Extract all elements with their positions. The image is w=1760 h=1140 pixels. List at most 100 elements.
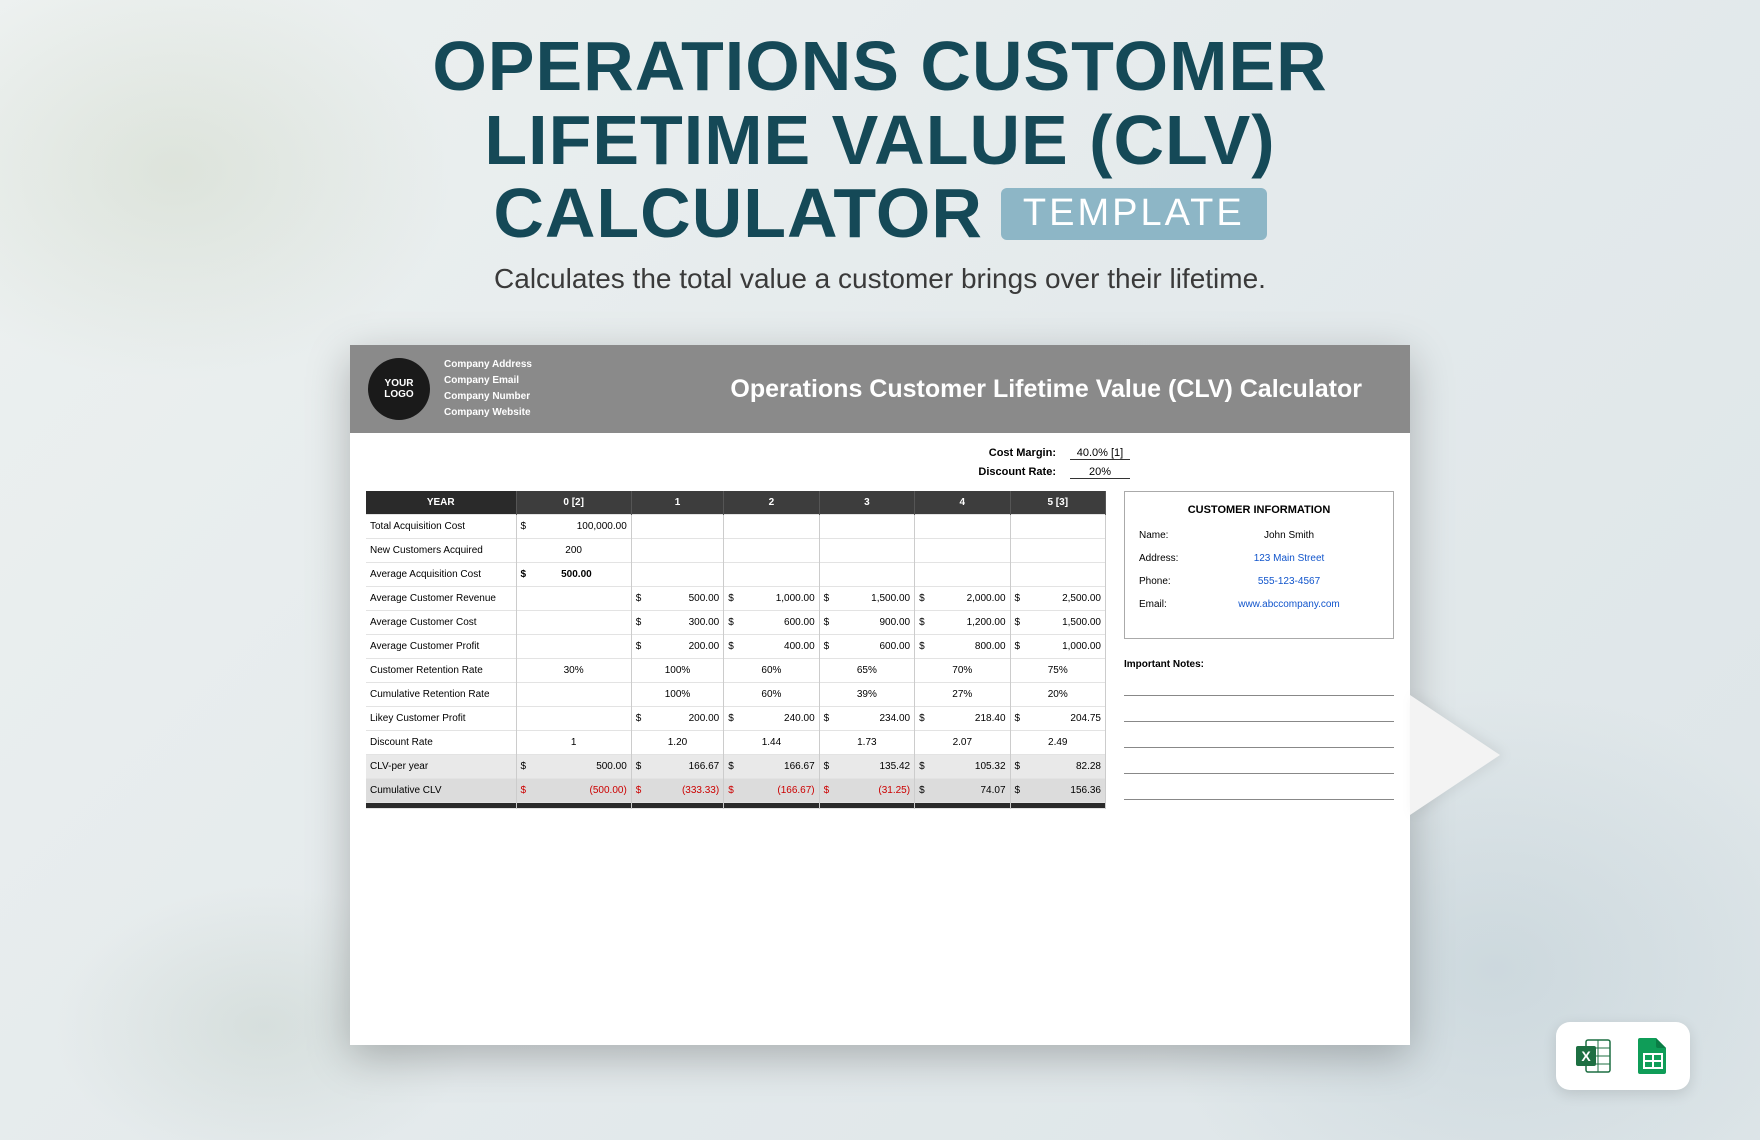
cell: $500.00 (631, 587, 723, 611)
cell: $1,500.00 (1010, 611, 1105, 635)
cell (724, 539, 819, 563)
note-line (1124, 780, 1394, 800)
cell: 1.20 (631, 731, 723, 755)
cell: $500.00 (516, 563, 631, 587)
table-row: Customer Retention Rate30%100%60%65%70%7… (366, 659, 1106, 683)
year-header: YEAR (366, 491, 516, 515)
logo-placeholder: YOUR LOGO (368, 358, 430, 420)
cell: $234.00 (819, 707, 914, 731)
cell: $(31.25) (819, 779, 914, 803)
google-sheets-icon (1630, 1034, 1674, 1078)
cell: $218.40 (915, 707, 1010, 731)
cell (819, 563, 914, 587)
cell: $2,000.00 (915, 587, 1010, 611)
cell: 70% (915, 659, 1010, 683)
cell: 27% (915, 683, 1010, 707)
clv-table: YEAR 0 [2] 1 2 3 4 5 [3] Total Acquisiti… (366, 491, 1106, 809)
cell: $100,000.00 (516, 515, 631, 539)
table-header-row: YEAR 0 [2] 1 2 3 4 5 [3] (366, 491, 1106, 515)
cell (915, 539, 1010, 563)
phone-value: 555-123-4567 (1199, 576, 1379, 587)
table-row: Cumulative Retention Rate100%60%39%27%20… (366, 683, 1106, 707)
note-line (1124, 728, 1394, 748)
cell: $1,000.00 (724, 587, 819, 611)
company-number: Company Number (444, 389, 532, 405)
email-label: Email: (1139, 599, 1199, 610)
cell: $900.00 (819, 611, 914, 635)
cell (1010, 515, 1105, 539)
document-title: Operations Customer Lifetime Value (CLV)… (730, 375, 1392, 404)
cell: $105.32 (915, 755, 1010, 779)
title-line-2: LIFETIME VALUE (CLV) (0, 104, 1760, 178)
row-label: Average Customer Revenue (366, 587, 516, 611)
cell: $600.00 (724, 611, 819, 635)
cell: $1,000.00 (1010, 635, 1105, 659)
table-row: Discount Rate11.201.441.732.072.49 (366, 731, 1106, 755)
cell: $166.67 (724, 755, 819, 779)
company-website: Company Website (444, 405, 532, 421)
cell: $156.36 (1010, 779, 1105, 803)
cell (724, 515, 819, 539)
cell: $2,500.00 (1010, 587, 1105, 611)
address-label: Address: (1139, 553, 1199, 564)
parameters-row: Cost Margin: 40.0% [1] Discount Rate: 20… (350, 433, 1410, 483)
excel-icon: X (1572, 1034, 1616, 1078)
table-row: Average Customer Revenue $500.00$1,000.00… (366, 587, 1106, 611)
cell: 1.73 (819, 731, 914, 755)
cell: $400.00 (724, 635, 819, 659)
subtitle: Calculates the total value a customer br… (0, 263, 1760, 295)
document-preview: YOUR LOGO Company Address Company Email … (350, 345, 1410, 1045)
cell: $(500.00) (516, 779, 631, 803)
company-address: Company Address (444, 357, 532, 373)
cell: $200.00 (631, 635, 723, 659)
email-value: www.abccompany.com (1199, 599, 1379, 610)
cell: 100% (631, 659, 723, 683)
cell: $240.00 (724, 707, 819, 731)
page-title: OPERATIONS CUSTOMER LIFETIME VALUE (CLV)… (0, 30, 1760, 251)
side-panel: CUSTOMER INFORMATION Name:John Smith Add… (1124, 491, 1394, 806)
year-col-4: 4 (915, 491, 1010, 515)
cell: $82.28 (1010, 755, 1105, 779)
cell: 65% (819, 659, 914, 683)
name-label: Name: (1139, 530, 1199, 541)
cell (1010, 539, 1105, 563)
year-col-1: 1 (631, 491, 723, 515)
cell: 75% (1010, 659, 1105, 683)
year-col-2: 2 (724, 491, 819, 515)
row-label: Total Acquisition Cost (366, 515, 516, 539)
cell: 60% (724, 659, 819, 683)
logo-text-top: YOUR (385, 378, 414, 389)
cell: $1,200.00 (915, 611, 1010, 635)
year-col-0: 0 [2] (516, 491, 631, 515)
year-col-5: 5 [3] (1010, 491, 1105, 515)
company-email: Company Email (444, 373, 532, 389)
table-row: Cumulative CLV$(500.00)$(333.33)$(166.67… (366, 779, 1106, 803)
discount-rate-label: Discount Rate: (978, 466, 1056, 479)
cell: $(333.33) (631, 779, 723, 803)
hero-section: OPERATIONS CUSTOMER LIFETIME VALUE (CLV)… (0, 0, 1760, 295)
row-label: Average Customer Cost (366, 611, 516, 635)
cell: 20% (1010, 683, 1105, 707)
cell (516, 683, 631, 707)
cell: $600.00 (819, 635, 914, 659)
table-row: Average Acquisition Cost$500.00 (366, 563, 1106, 587)
table-footer-bar (366, 803, 1106, 809)
cell: 30% (516, 659, 631, 683)
row-label: CLV-per year (366, 755, 516, 779)
table-row: New Customers Acquired200 (366, 539, 1106, 563)
cell (819, 539, 914, 563)
cell: 100% (631, 683, 723, 707)
note-line (1124, 702, 1394, 722)
cell (724, 563, 819, 587)
cell (1010, 563, 1105, 587)
note-line (1124, 676, 1394, 696)
template-badge: TEMPLATE (1001, 188, 1267, 240)
table-row: Average Customer Profit$200.00$400.00$60… (366, 635, 1106, 659)
cell (915, 515, 1010, 539)
cell: 60% (724, 683, 819, 707)
table-row: Average Customer Cost$300.00$600.00$900.… (366, 611, 1106, 635)
company-info-block: Company Address Company Email Company Nu… (444, 357, 532, 421)
cell: $74.07 (915, 779, 1010, 803)
cell (631, 515, 723, 539)
name-value: John Smith (1199, 530, 1379, 541)
